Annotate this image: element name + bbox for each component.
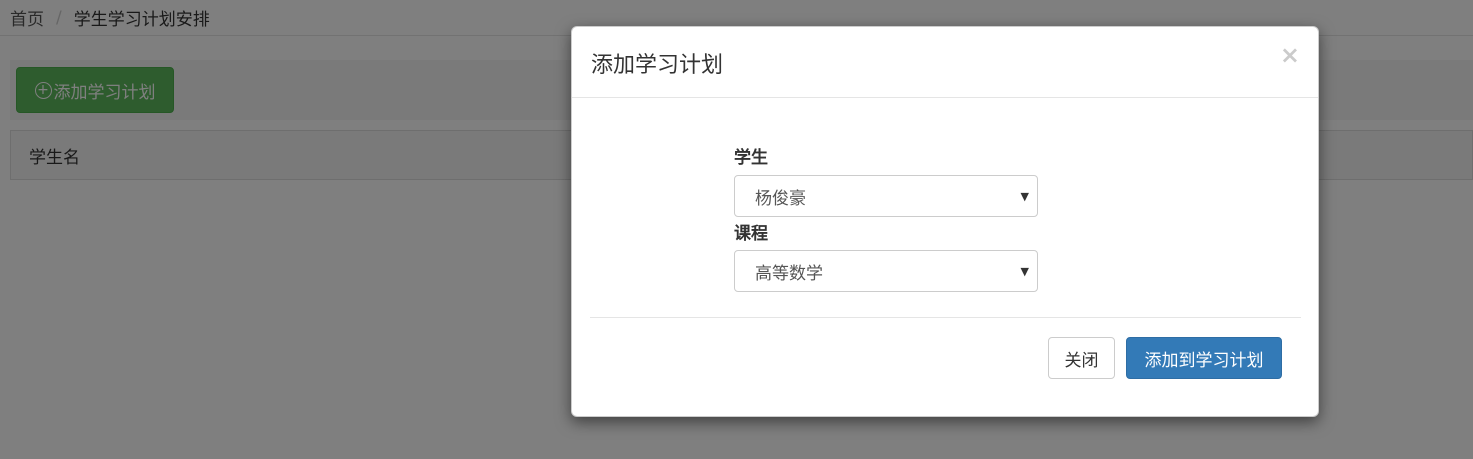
student-label: 学生 xyxy=(734,148,768,168)
chevron-down-icon: ▼ xyxy=(1020,190,1029,203)
add-to-study-plan-button[interactable]: 添加到学习计划 xyxy=(1126,337,1282,379)
close-button[interactable]: 关闭 xyxy=(1048,337,1115,379)
modal-title: 添加学习计划 xyxy=(591,53,724,78)
course-label: 课程 xyxy=(734,224,768,244)
course-select[interactable]: 高等数学 ▼ xyxy=(734,250,1038,292)
student-select[interactable]: 杨俊豪 ▼ xyxy=(734,175,1038,217)
modal-header: 添加学习计划 × xyxy=(572,27,1318,98)
page: 首页 / 学生学习计划安排 + 添加学习计划 学生名 添加学习计划 × 学生 杨… xyxy=(0,0,1473,459)
close-icon[interactable]: × xyxy=(1280,43,1300,67)
student-select-value: 杨俊豪 xyxy=(755,188,806,209)
modal-footer-divider xyxy=(590,317,1301,318)
chevron-down-icon: ▼ xyxy=(1020,265,1029,278)
add-study-plan-modal: 添加学习计划 × 学生 杨俊豪 ▼ 课程 高等数学 ▼ 关闭 添加到学习计划 xyxy=(571,26,1319,417)
course-select-value: 高等数学 xyxy=(755,263,823,284)
